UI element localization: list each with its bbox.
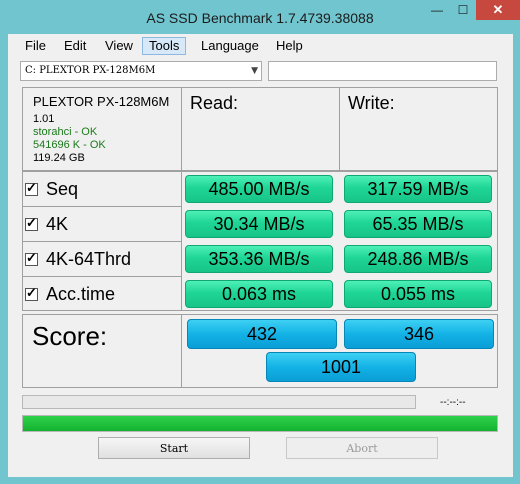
test-4k[interactable]: 4K [25, 213, 68, 235]
results-grid: PLEXTOR PX-128M6M 1.01 storahci - OK 541… [22, 87, 498, 421]
test-acc-time[interactable]: Acc.time [25, 283, 115, 305]
elapsed-time: --:--:-- [440, 397, 466, 408]
firmware-version: 1.01 [33, 113, 55, 125]
acctime-read-result: 0.063 ms [185, 280, 333, 308]
4k-write-result: 65.35 MB/s [344, 210, 492, 238]
seq-read-result: 485.00 MB/s [185, 175, 333, 203]
test-progress-bar [22, 395, 416, 409]
checkbox[interactable] [25, 215, 38, 231]
divider [22, 276, 181, 277]
menu-help[interactable]: Help [269, 37, 310, 55]
read-score: 432 [187, 319, 337, 349]
divider [22, 206, 181, 207]
menu-view[interactable]: View [98, 37, 140, 55]
client-area: File Edit View Tools Language Help C: PL… [8, 34, 513, 477]
test-4k-64thrd[interactable]: 4K-64Thrd [25, 248, 131, 270]
checkbox[interactable] [25, 180, 38, 196]
test-label: Acc.time [46, 283, 116, 304]
menu-file[interactable]: File [18, 37, 53, 55]
menu-edit[interactable]: Edit [57, 37, 93, 55]
drive-select[interactable]: C: PLEXTOR PX-128M6M ▼ [20, 61, 262, 81]
checkbox[interactable] [25, 250, 38, 266]
start-button[interactable]: Start [98, 437, 250, 459]
4k64-read-result: 353.36 MB/s [185, 245, 333, 273]
close-button[interactable]: ✕ [476, 0, 520, 20]
title-bar[interactable]: AS SSD Benchmark 1.7.4739.38088 — ☐ ✕ [0, 0, 520, 34]
minimize-button[interactable]: — [424, 0, 450, 20]
write-header: Write: [348, 93, 395, 113]
seq-write-result: 317.59 MB/s [344, 175, 492, 203]
status-input[interactable] [268, 61, 497, 81]
test-label: 4K [46, 213, 69, 234]
drive-select-value: C: PLEXTOR PX-128M6M [25, 65, 156, 76]
score-label: Score: [32, 321, 108, 351]
alignment-status: 541696 K - OK [33, 139, 106, 151]
test-label: Seq [46, 178, 79, 199]
total-progress-bar [22, 415, 498, 432]
acctime-write-result: 0.055 ms [344, 280, 492, 308]
checkbox[interactable] [25, 285, 38, 301]
total-score: 1001 [266, 352, 416, 382]
divider [181, 87, 182, 171]
menu-tools[interactable]: Tools [142, 37, 187, 55]
drive-capacity: 119.24 GB [33, 152, 85, 164]
divider [181, 314, 182, 388]
divider [339, 87, 340, 171]
driver-status: storahci - OK [33, 126, 98, 138]
drive-info: PLEXTOR PX-128M6M 1.01 storahci - OK 541… [33, 94, 169, 165]
read-header: Read: [190, 93, 239, 113]
test-label: 4K-64Thrd [46, 248, 132, 269]
4k64-write-result: 248.86 MB/s [344, 245, 492, 273]
progress-fill [23, 416, 497, 431]
drive-model: PLEXTOR PX-128M6M [33, 94, 170, 109]
test-seq[interactable]: Seq [25, 178, 78, 200]
divider [22, 241, 181, 242]
write-score: 346 [344, 319, 494, 349]
chevron-down-icon[interactable]: ▼ [251, 62, 258, 80]
app-window: AS SSD Benchmark 1.7.4739.38088 — ☐ ✕ Fi… [0, 0, 520, 484]
divider [181, 171, 182, 311]
menu-language[interactable]: Language [194, 37, 266, 55]
4k-read-result: 30.34 MB/s [185, 210, 333, 238]
abort-button[interactable]: Abort [286, 437, 438, 459]
maximize-button[interactable]: ☐ [450, 0, 476, 20]
menu-bar: File Edit View Tools Language Help [8, 34, 513, 58]
